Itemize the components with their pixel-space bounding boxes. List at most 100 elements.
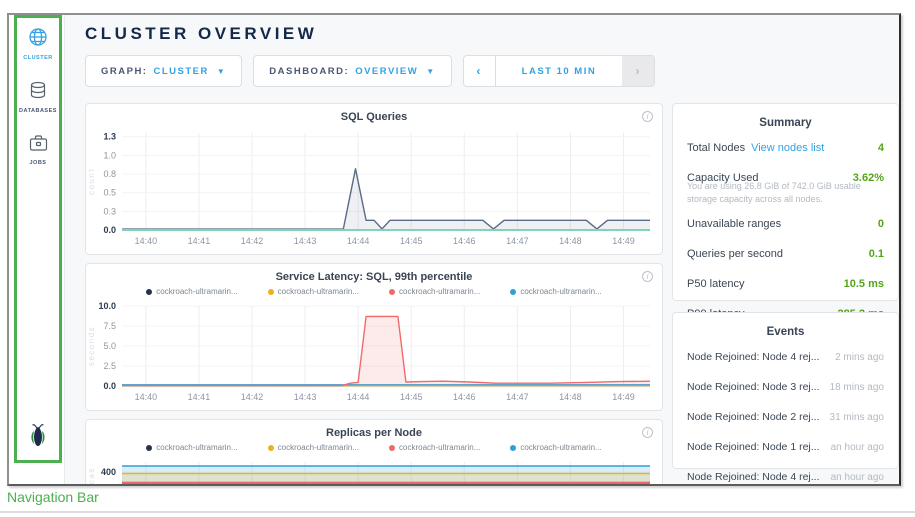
legend-item: cockroach-ultramarin... <box>268 287 359 296</box>
svg-text:14:40: 14:40 <box>135 236 158 246</box>
graph-dropdown-value: CLUSTER <box>153 66 208 77</box>
view-nodes-list-link[interactable]: View nodes list <box>751 142 824 154</box>
summary-row-p50: P50 latency 10.5 ms <box>673 269 898 299</box>
svg-text:2.5: 2.5 <box>103 361 116 371</box>
info-icon[interactable]: i <box>642 427 653 438</box>
event-text: Node Rejoined: Node 3 rej... <box>687 381 820 393</box>
globe-icon <box>28 27 48 52</box>
admin-ui-window: CLUSTER DATABASES <box>7 13 901 486</box>
chart-legend: cockroach-ultramarin... cockroach-ultrama… <box>86 283 662 296</box>
event-row: Node Rejoined: Node 1 rej... an hour ago <box>673 432 898 462</box>
divider <box>0 511 915 513</box>
svg-text:7.5: 7.5 <box>103 321 116 331</box>
event-text: Node Rejoined: Node 4 rej... <box>687 471 820 483</box>
chart-legend: cockroach-ultramarin... cockroach-ultrama… <box>86 439 662 452</box>
svg-text:14:40: 14:40 <box>135 392 158 402</box>
info-icon[interactable]: i <box>642 111 653 122</box>
events-title: Events <box>673 313 898 342</box>
svg-text:14:41: 14:41 <box>188 392 211 402</box>
capacity-caption: You are using 26.8 GiB of 742.0 GiB usab… <box>673 180 898 209</box>
svg-text:14:47: 14:47 <box>506 392 529 402</box>
svg-text:replicas: replicas <box>87 467 96 486</box>
svg-text:0.5: 0.5 <box>103 188 116 198</box>
svg-text:0.0: 0.0 <box>103 225 116 235</box>
svg-text:14:48: 14:48 <box>559 236 582 246</box>
chart-title: Service Latency: SQL, 99th percentile <box>86 271 662 283</box>
event-text: Node Rejoined: Node 2 rej... <box>687 411 820 423</box>
chart-title: SQL Queries <box>86 111 662 123</box>
legend-dot-icon <box>268 445 274 451</box>
time-next-button-disabled: › <box>622 56 654 86</box>
event-time: 31 mins ago <box>830 412 884 423</box>
event-text: Node Rejoined: Node 4 rej... <box>687 351 820 363</box>
legend-item: cockroach-ultramarin... <box>510 443 601 452</box>
svg-text:10.0: 10.0 <box>98 301 116 311</box>
svg-text:14:48: 14:48 <box>559 392 582 402</box>
chart-plot: 14:4014:4114:4214:4314:4414:4514:4614:47… <box>86 296 662 410</box>
briefcase-icon <box>29 134 48 157</box>
summary-value: 4 <box>878 142 884 154</box>
summary-label: Total Nodes <box>687 142 745 154</box>
svg-text:14:49: 14:49 <box>612 392 635 402</box>
event-time: 18 mins ago <box>830 382 884 393</box>
svg-text:14:43: 14:43 <box>294 236 317 246</box>
event-row: Node Rejoined: Node 4 rej... an hour ago <box>673 462 898 486</box>
svg-text:14:45: 14:45 <box>400 392 423 402</box>
controls-row: GRAPH: CLUSTER ▼ DASHBOARD: OVERVIEW ▼ ‹… <box>85 55 655 87</box>
time-range-button[interactable]: LAST 10 MIN <box>496 56 623 86</box>
summary-value: 0 <box>878 218 884 230</box>
legend-item: cockroach-ultramarin... <box>389 443 480 452</box>
svg-text:1.0: 1.0 <box>103 150 116 160</box>
dashboard-dropdown-label: DASHBOARD: <box>269 66 349 77</box>
svg-text:14:45: 14:45 <box>400 236 423 246</box>
svg-text:5.0: 5.0 <box>103 341 116 351</box>
svg-text:400: 400 <box>101 467 116 477</box>
sidebar: CLUSTER DATABASES <box>9 15 65 484</box>
svg-text:1.3: 1.3 <box>103 132 116 142</box>
svg-text:14:49: 14:49 <box>612 236 635 246</box>
summary-label: Unavailable ranges <box>687 218 781 230</box>
legend-dot-icon <box>510 289 516 295</box>
svg-text:0.8: 0.8 <box>103 169 116 179</box>
legend-dot-icon <box>146 445 152 451</box>
page-title: CLUSTER OVERVIEW <box>85 24 317 44</box>
chevron-down-icon: ▼ <box>217 67 226 76</box>
dashboard-dropdown[interactable]: DASHBOARD: OVERVIEW ▼ <box>253 55 451 87</box>
legend-item: cockroach-ultramarin... <box>510 287 601 296</box>
legend-dot-icon <box>510 445 516 451</box>
events-panel: Events Node Rejoined: Node 4 rej... 2 mi… <box>672 312 899 469</box>
svg-text:14:42: 14:42 <box>241 392 264 402</box>
svg-text:0.0: 0.0 <box>103 381 116 391</box>
legend-item: cockroach-ultramarin... <box>268 443 359 452</box>
chart-sql-queries: SQL Queries i 14:4014:4114:4214:4314:441… <box>85 103 663 255</box>
svg-text:14:42: 14:42 <box>241 236 264 246</box>
summary-title: Summary <box>673 104 898 133</box>
time-prev-button[interactable]: ‹ <box>464 56 496 86</box>
sidebar-item-cluster[interactable]: CLUSTER <box>23 27 52 61</box>
svg-text:0.3: 0.3 <box>103 206 116 216</box>
sidebar-item-label: DATABASES <box>19 108 57 114</box>
event-text: Node Rejoined: Node 1 rej... <box>687 441 820 453</box>
event-time: 2 mins ago <box>835 352 884 363</box>
chart-plot: 14:4014:4114:4214:4314:4414:4514:4614:47… <box>86 452 662 486</box>
summary-row-total-nodes: Total Nodes View nodes list 4 <box>673 133 898 163</box>
sidebar-item-label: JOBS <box>30 160 47 166</box>
summary-panel: Summary Total Nodes View nodes list 4 Ca… <box>672 103 899 301</box>
sidebar-item-databases[interactable]: DATABASES <box>19 81 57 114</box>
sidebar-item-jobs[interactable]: JOBS <box>29 134 48 166</box>
svg-text:14:43: 14:43 <box>294 392 317 402</box>
dashboard-dropdown-value: OVERVIEW <box>355 66 418 77</box>
legend-item: cockroach-ultramarin... <box>146 443 237 452</box>
legend-dot-icon <box>389 289 395 295</box>
chart-replicas-per-node: Replicas per Node i cockroach-ultramarin… <box>85 419 663 486</box>
cockroachdb-logo[interactable] <box>27 423 49 453</box>
chevron-down-icon: ▼ <box>426 67 435 76</box>
navigation-bar: CLUSTER DATABASES <box>14 15 62 463</box>
graph-dropdown[interactable]: GRAPH: CLUSTER ▼ <box>85 55 242 87</box>
event-time: an hour ago <box>831 442 884 453</box>
info-icon[interactable]: i <box>642 271 653 282</box>
svg-text:14:44: 14:44 <box>347 392 370 402</box>
svg-text:14:44: 14:44 <box>347 236 370 246</box>
event-row: Node Rejoined: Node 3 rej... 18 mins ago <box>673 372 898 402</box>
time-window-selector: ‹ LAST 10 MIN › <box>463 55 656 87</box>
